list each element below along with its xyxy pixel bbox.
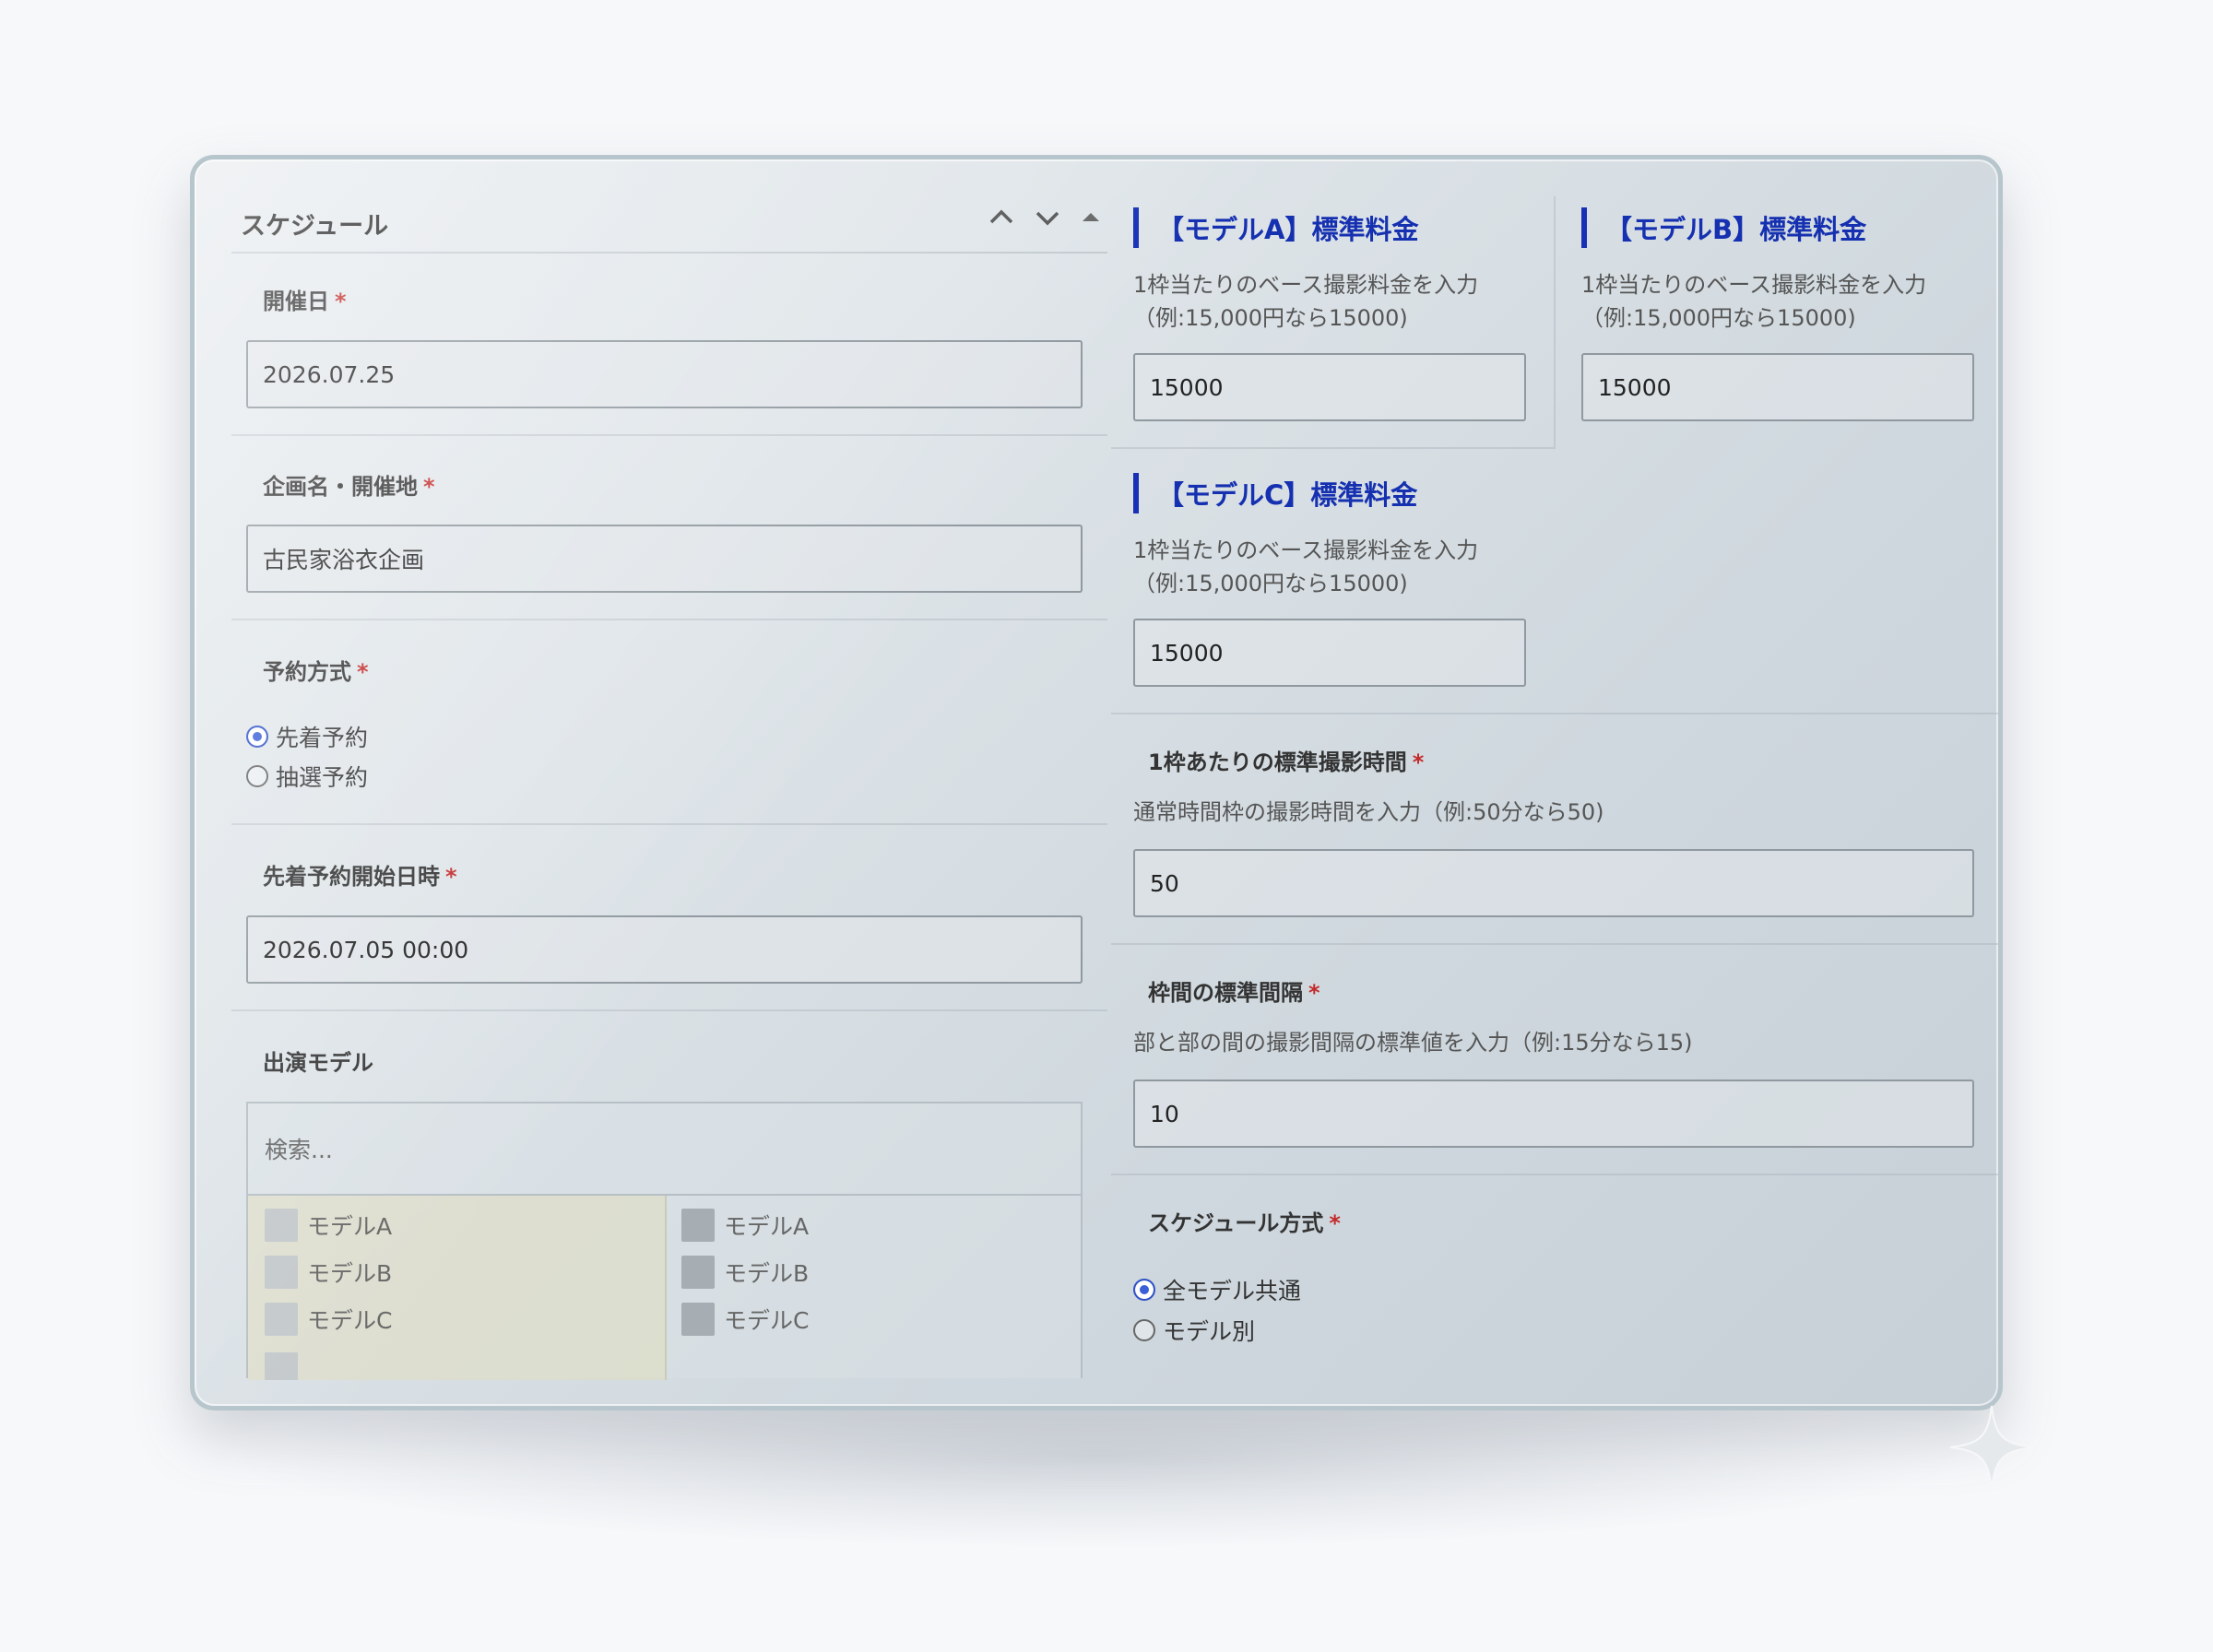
radio-selected-icon[interactable]	[1133, 1279, 1155, 1301]
chevron-up-icon[interactable]	[988, 204, 1015, 238]
column-divider	[1554, 196, 1556, 447]
model-available-item[interactable]: モデルB	[265, 1256, 392, 1289]
model-available-item[interactable]: モデルC	[265, 1303, 392, 1336]
checkbox-icon	[265, 1352, 298, 1380]
first-come-start-label: 先着予約開始日時 *	[263, 864, 457, 890]
checkbox-icon[interactable]	[265, 1303, 298, 1336]
model-selected-item[interactable]: モデルA	[681, 1209, 809, 1242]
checkbox-icon[interactable]	[681, 1303, 715, 1336]
sparkle-icon	[1949, 1405, 2034, 1490]
radio-all-models[interactable]: 全モデル共通	[1133, 1273, 1301, 1306]
row-divider	[231, 823, 1107, 825]
slot-duration-label: 1枠あたりの標準撮影時間 *	[1148, 749, 1425, 775]
section-title: スケジュール	[241, 212, 389, 241]
model-available-list: モデルA モデルB モデルC	[248, 1196, 667, 1380]
radio-lottery[interactable]: 抽選予約	[246, 760, 368, 793]
chevron-down-icon[interactable]	[1034, 204, 1061, 238]
slot-interval-label: 枠間の標準間隔 *	[1148, 980, 1320, 1006]
header-divider	[231, 252, 1107, 254]
radio-unselected-icon[interactable]	[246, 765, 268, 787]
models-label: 出演モデル	[263, 1050, 373, 1076]
schedule-method-label: スケジュール方式 *	[1148, 1210, 1341, 1236]
slot-interval-help: 部と部の間の撮影間隔の標準値を入力（例:15分なら15)	[1133, 1030, 1693, 1056]
collapse-icon[interactable]	[1080, 204, 1102, 238]
project-name-label: 企画名・開催地 *	[263, 474, 435, 500]
model-multiselect: 検索... モデルA モデルB モデルC モデルA モデルB モデルC	[246, 1102, 1083, 1380]
fee-b-input[interactable]: 15000	[1581, 353, 1974, 421]
model-available-item[interactable]: モデルA	[265, 1209, 392, 1242]
schedule-panel: スケジュール 開催日 * 2026.07.25 企画名・開催地 * 古民家浴衣企画 …	[190, 155, 2003, 1410]
row-divider	[231, 434, 1107, 436]
checkbox-icon[interactable]	[265, 1256, 298, 1289]
accent-bar	[1133, 473, 1139, 513]
model-search-input[interactable]: 検索...	[248, 1103, 1081, 1196]
row-divider	[1111, 713, 1998, 714]
row-divider	[231, 1009, 1107, 1011]
row-divider	[1111, 943, 1998, 945]
event-date-label: 開催日 *	[263, 289, 347, 314]
slot-duration-help: 通常時間枠の撮影時間を入力（例:50分なら50)	[1133, 799, 1604, 825]
row-divider	[1111, 1174, 1998, 1175]
fee-c-help: 1枠当たりのベース撮影料金を入力 （例:15,000円なら15000)	[1133, 537, 1479, 596]
radio-unselected-icon[interactable]	[1133, 1319, 1155, 1341]
fee-b-title: 【モデルB】標準料金	[1581, 207, 1866, 248]
row-divider	[231, 619, 1107, 620]
accent-bar	[1133, 207, 1139, 248]
fee-c-input[interactable]: 15000	[1133, 619, 1526, 687]
model-selected-item[interactable]: モデルC	[681, 1303, 809, 1336]
checkbox-icon[interactable]	[265, 1209, 298, 1242]
checkbox-icon[interactable]	[681, 1256, 715, 1289]
radio-selected-icon[interactable]	[246, 726, 268, 748]
first-come-start-input[interactable]: 2026.07.05 00:00	[246, 915, 1083, 984]
fee-b-help: 1枠当たりのベース撮影料金を入力 （例:15,000円なら15000)	[1581, 272, 1927, 331]
reservation-method-label: 予約方式 *	[263, 659, 369, 685]
checkbox-icon[interactable]	[681, 1209, 715, 1242]
project-name-input[interactable]: 古民家浴衣企画	[246, 525, 1083, 593]
event-date-input[interactable]: 2026.07.25	[246, 340, 1083, 408]
row-divider	[1111, 447, 1556, 449]
radio-per-model[interactable]: モデル別	[1133, 1314, 1255, 1347]
fee-a-input[interactable]: 15000	[1133, 353, 1526, 421]
accent-bar	[1581, 207, 1587, 248]
fee-c-title: 【モデルC】標準料金	[1133, 473, 1417, 513]
slot-duration-input[interactable]: 50	[1133, 849, 1974, 917]
fee-a-title: 【モデルA】標準料金	[1133, 207, 1418, 248]
radio-first-come[interactable]: 先着予約	[246, 720, 368, 753]
slot-interval-input[interactable]: 10	[1133, 1080, 1974, 1148]
fee-a-help: 1枠当たりのベース撮影料金を入力 （例:15,000円なら15000)	[1133, 272, 1479, 331]
model-selected-item[interactable]: モデルB	[681, 1256, 809, 1289]
